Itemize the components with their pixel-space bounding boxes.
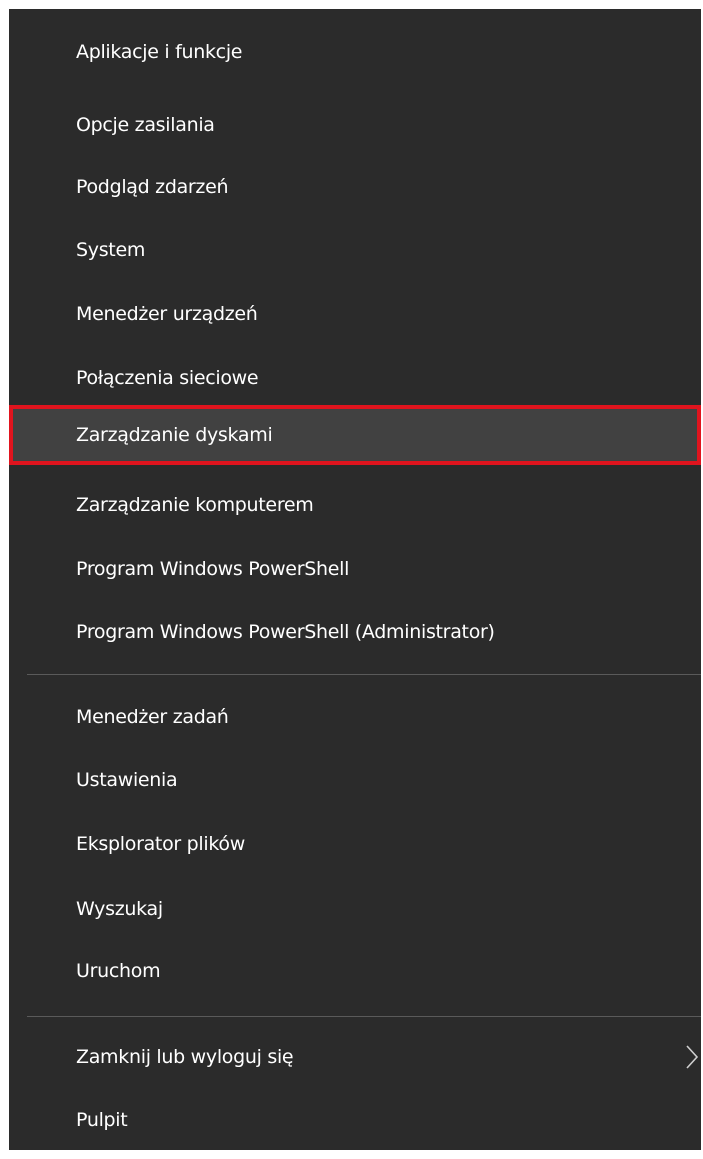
menu-item-eksplorator-plikow[interactable]: Eksplorator plików [9,814,701,874]
context-menu: Aplikacje i funkcje Opcje zasilania Podg… [9,9,701,1150]
menu-item-pulpit[interactable]: Pulpit [9,1090,701,1150]
menu-item-windows-powershell-admin[interactable]: Program Windows PowerShell (Administrato… [9,602,701,662]
menu-item-label: Uruchom [76,960,161,982]
menu-item-polaczenia-sieciowe[interactable]: Połączenia sieciowe [9,348,701,408]
menu-item-zarzadzanie-komputerem[interactable]: Zarządzanie komputerem [9,475,701,535]
menu-item-label: Menedżer zadań [76,706,229,728]
menu-item-podglad-zdarzen[interactable]: Podgląd zdarzeń [9,157,701,217]
menu-item-label: Program Windows PowerShell [76,558,350,580]
menu-item-label: Pulpit [76,1109,128,1131]
menu-item-label: Ustawienia [76,769,178,791]
menu-item-label: Zarządzanie komputerem [76,494,314,516]
menu-item-wyszukaj[interactable]: Wyszukaj [9,879,701,939]
menu-item-label: System [76,239,146,261]
menu-item-zamknij-lub-wyloguj[interactable]: Zamknij lub wyloguj się [9,1027,701,1087]
menu-separator [27,1016,701,1017]
menu-item-menedzer-zadan[interactable]: Menedżer zadań [9,687,701,747]
menu-item-label: Podgląd zdarzeń [76,176,229,198]
menu-item-label: Opcje zasilania [76,114,215,136]
menu-item-aplikacje-i-funkcje[interactable]: Aplikacje i funkcje [9,22,701,82]
menu-item-ustawienia[interactable]: Ustawienia [9,750,701,810]
chevron-right-icon [685,1044,699,1070]
menu-item-label: Wyszukaj [76,898,163,920]
menu-separator [27,674,701,675]
menu-item-zarzadzanie-dyskami[interactable]: Zarządzanie dyskami [9,405,701,465]
menu-item-label: Połączenia sieciowe [76,367,259,389]
menu-item-label: Menedżer urządzeń [76,303,258,325]
menu-item-uruchom[interactable]: Uruchom [9,941,701,1001]
menu-item-menedzer-urzadzen[interactable]: Menedżer urządzeń [9,284,701,344]
menu-item-system[interactable]: System [9,220,701,280]
menu-item-label: Aplikacje i funkcje [76,41,243,63]
menu-item-windows-powershell[interactable]: Program Windows PowerShell [9,539,701,599]
menu-item-label: Zarządzanie dyskami [76,424,273,446]
menu-item-label: Program Windows PowerShell (Administrato… [76,621,495,643]
menu-item-label: Eksplorator plików [76,833,245,855]
menu-item-opcje-zasilania[interactable]: Opcje zasilania [9,95,701,155]
menu-item-label: Zamknij lub wyloguj się [76,1046,294,1068]
